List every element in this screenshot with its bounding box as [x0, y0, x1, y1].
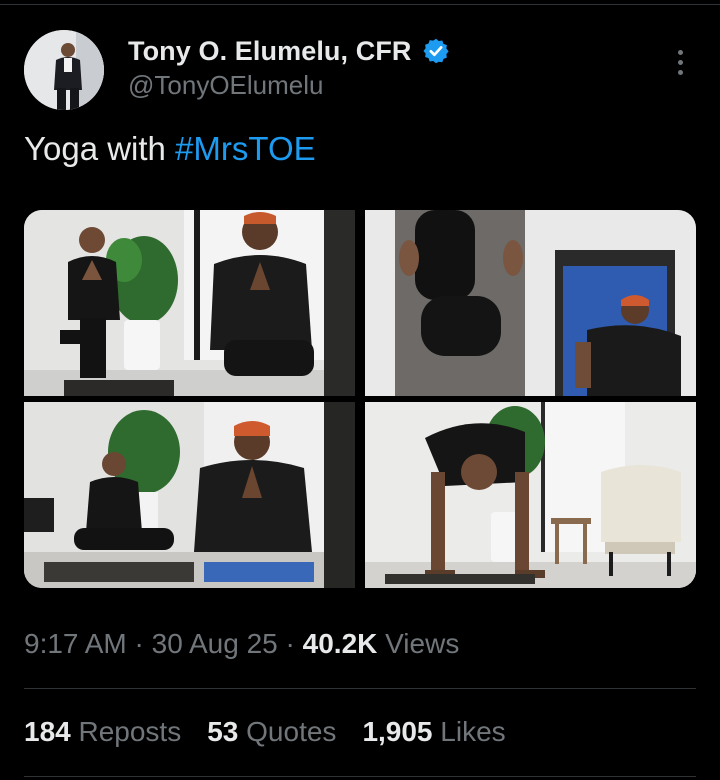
tweet-time[interactable]: 9:17 AM — [24, 628, 127, 659]
divider — [24, 688, 696, 689]
yoga-photo-1-image — [24, 210, 355, 396]
reposts-label: Reposts — [70, 716, 182, 747]
author-avatar[interactable] — [24, 30, 104, 110]
quotes-label: Quotes — [238, 716, 337, 747]
yoga-photo-4-image — [365, 402, 696, 588]
media-grid — [24, 210, 696, 588]
likes-count: 1,905 — [362, 716, 433, 747]
more-dot — [677, 69, 683, 75]
avatar-photo-icon — [24, 30, 104, 110]
tweet-text-body: Yoga with — [24, 130, 176, 167]
more-dot — [677, 49, 683, 55]
verified-badge-icon — [422, 38, 449, 64]
media-photo-2[interactable] — [365, 210, 696, 396]
tweet-meta: 9:17 AM · 30 Aug 25 · 40.2K Views — [24, 628, 459, 660]
views-label: Views — [377, 628, 460, 659]
likes-stat[interactable]: 1,905 Likes — [362, 716, 505, 748]
quotes-count: 53 — [207, 716, 239, 747]
top-divider — [0, 4, 720, 5]
quotes-stat[interactable]: 53 Quotes — [207, 716, 336, 748]
reposts-stat[interactable]: 184 Reposts — [24, 716, 181, 748]
more-dot — [677, 59, 683, 65]
meta-separator-2: · — [277, 628, 303, 659]
views-count: 40.2K — [302, 628, 378, 659]
engagement-stats: 184 Reposts 53 Quotes 1,905 Likes — [24, 716, 506, 748]
author-handle[interactable]: @TonyOElumelu — [128, 70, 323, 101]
tweet-date[interactable]: 30 Aug 25 — [152, 628, 278, 659]
more-options-icon[interactable] — [664, 44, 696, 80]
hashtag-link[interactable]: #MrsTOE — [175, 130, 316, 167]
bottom-divider — [24, 776, 696, 777]
media-photo-4[interactable] — [365, 402, 696, 588]
author-name-row[interactable]: Tony O. Elumelu, CFR — [128, 34, 450, 68]
reposts-count: 184 — [24, 716, 71, 747]
media-photo-1[interactable] — [24, 210, 355, 396]
tweet-text: Yoga with #MrsTOE — [24, 130, 316, 168]
meta-separator: · — [126, 628, 152, 659]
author-display-name[interactable]: Tony O. Elumelu, CFR — [128, 36, 412, 67]
yoga-photo-2-image — [365, 210, 696, 396]
yoga-photo-3-image — [24, 402, 355, 588]
likes-label: Likes — [432, 716, 506, 747]
media-photo-3[interactable] — [24, 402, 355, 588]
